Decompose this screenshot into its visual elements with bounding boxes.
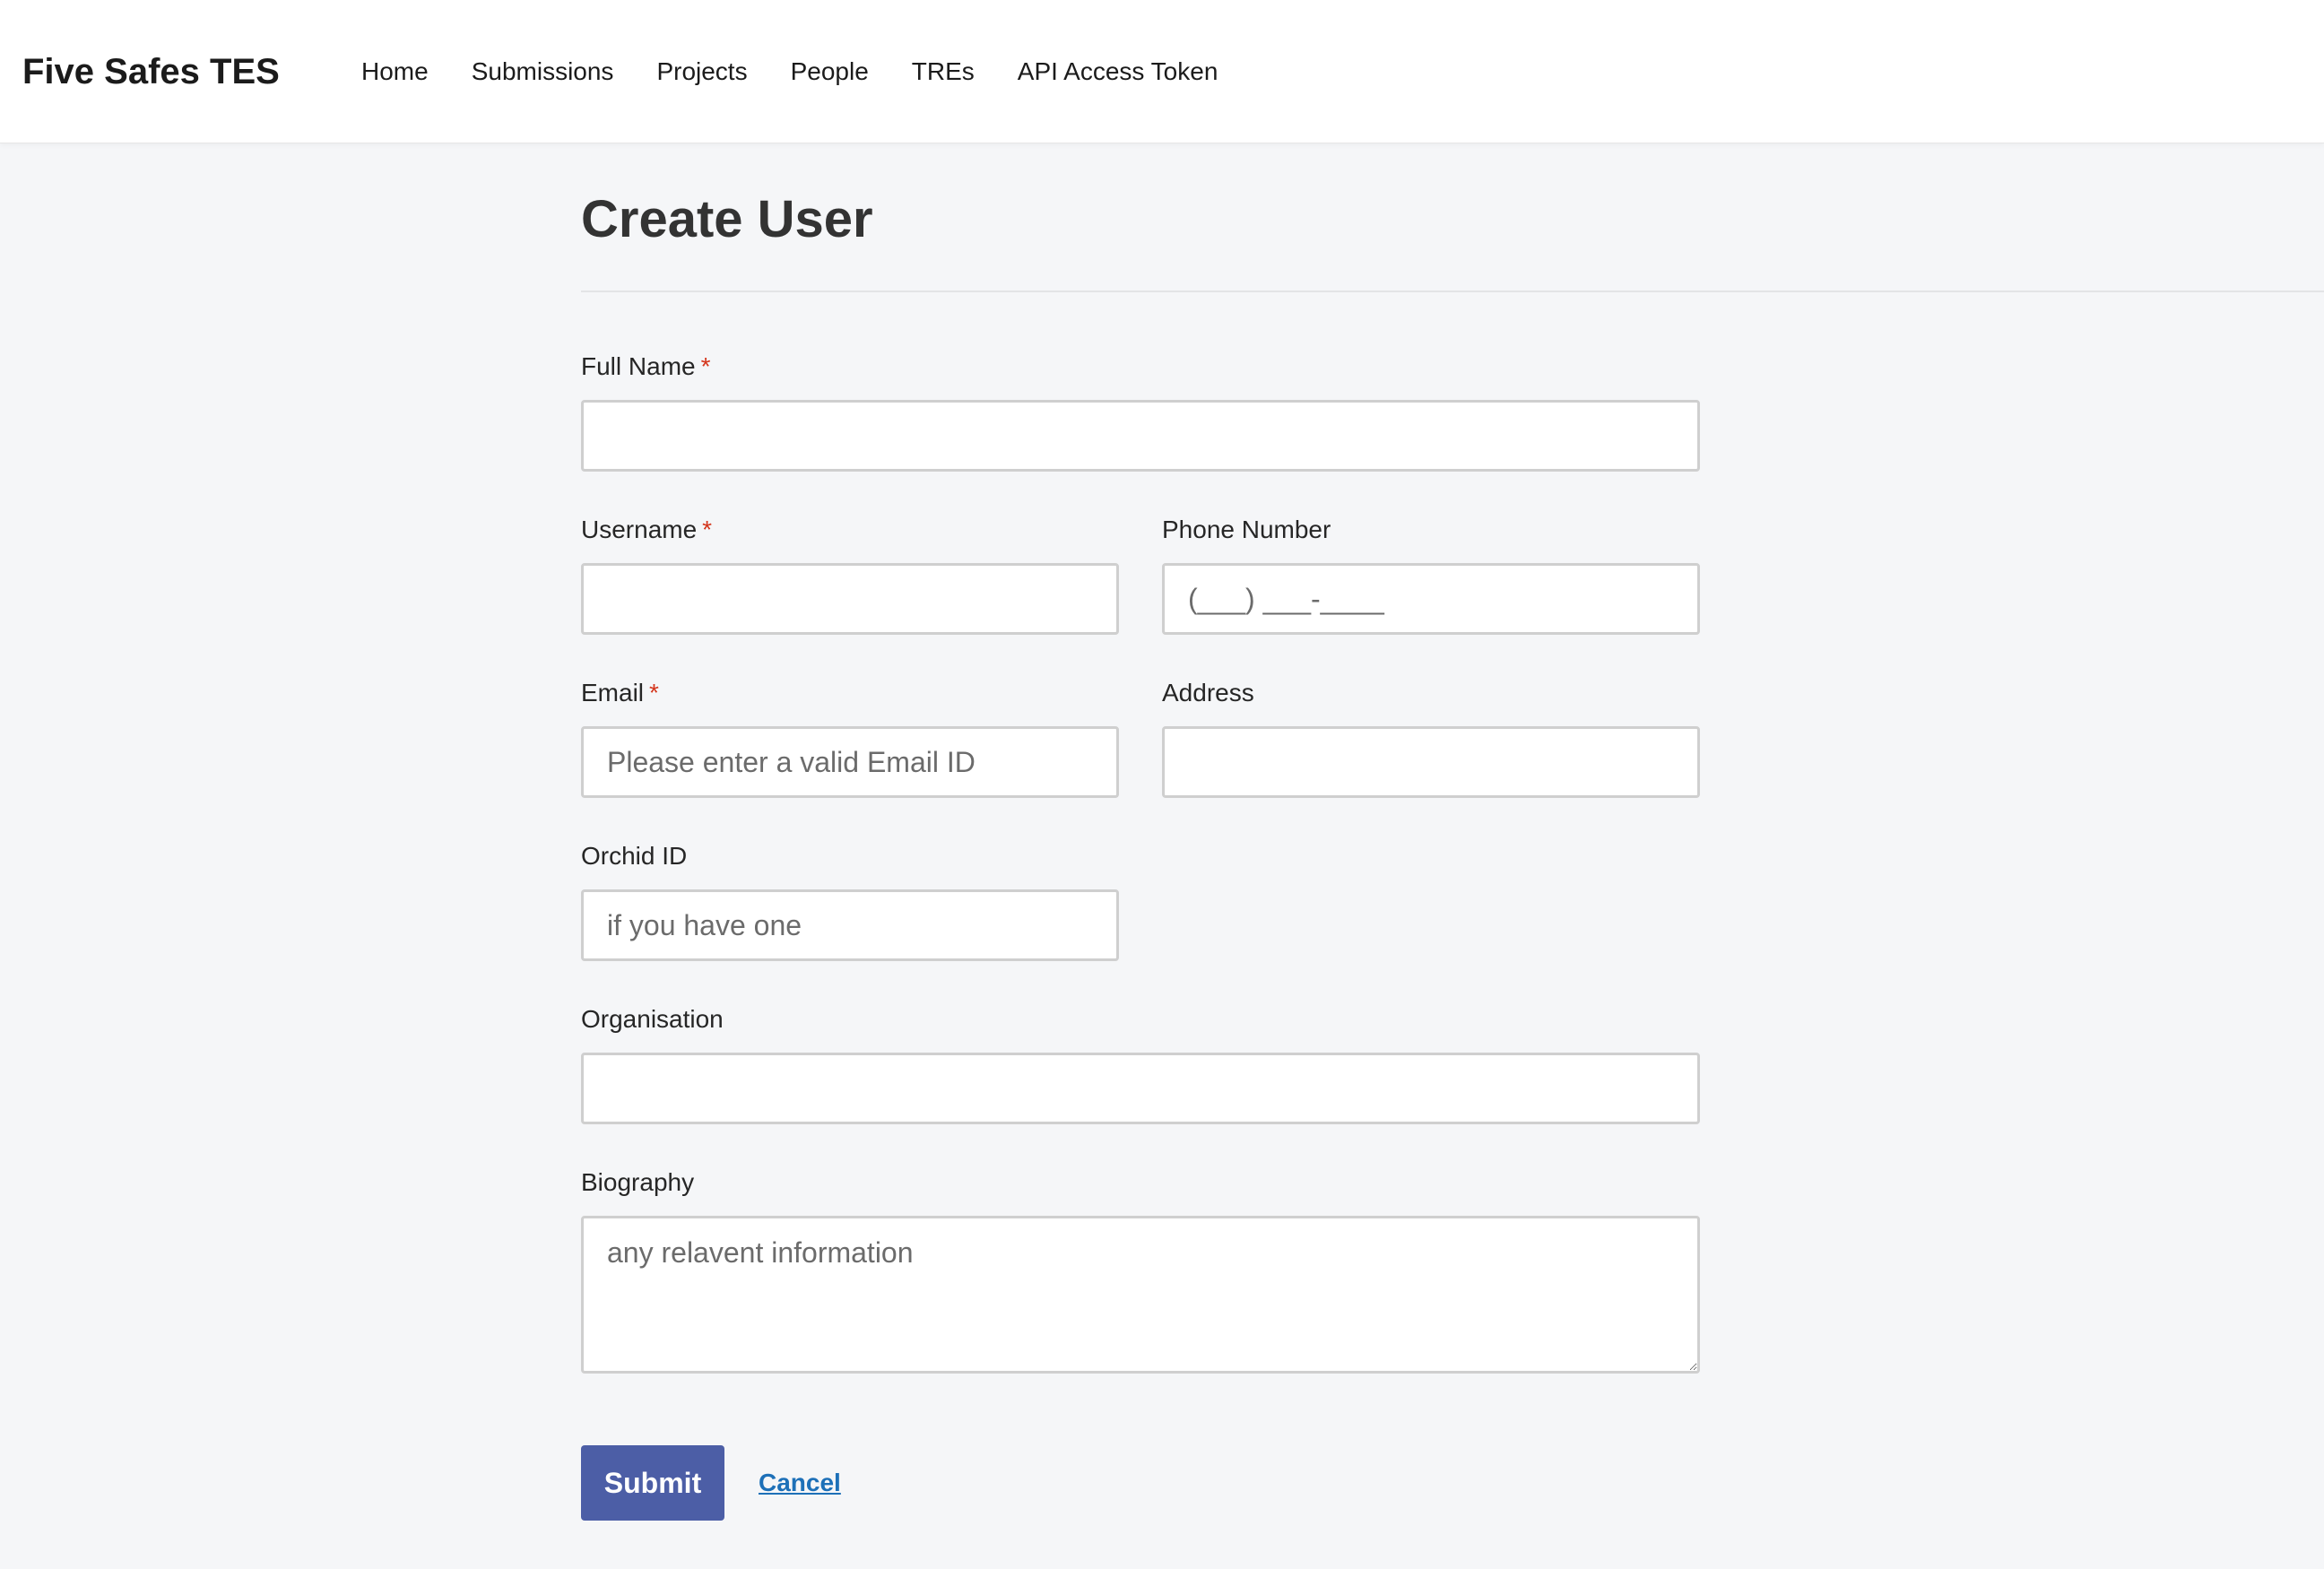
phone-number-label: Phone Number (1162, 515, 1331, 545)
required-marker: * (649, 679, 659, 706)
orchid-id-label: Orchid ID (581, 841, 687, 871)
main-nav: Home Submissions Projects People TREs AP… (361, 54, 1261, 90)
address-label-text: Address (1162, 679, 1254, 706)
username-label: Username * (581, 515, 712, 545)
nav-api-access-token[interactable]: API Access Token (1018, 54, 1218, 90)
nav-people[interactable]: People (791, 54, 869, 90)
email-label-text: Email (581, 679, 645, 706)
nav-submissions[interactable]: Submissions (472, 54, 614, 90)
username-input[interactable] (581, 563, 1119, 635)
full-name-label-text: Full Name (581, 352, 696, 380)
top-navbar: Five Safes TES Home Submissions Projects… (0, 0, 2324, 143)
username-label-text: Username (581, 516, 698, 543)
address-label: Address (1162, 678, 1254, 708)
title-divider (581, 290, 2324, 292)
email-label: Email * (581, 678, 659, 708)
biography-label-text: Biography (581, 1168, 695, 1196)
biography-label: Biography (581, 1167, 694, 1198)
nav-projects[interactable]: Projects (656, 54, 747, 90)
phone-number-label-text: Phone Number (1162, 516, 1331, 543)
nav-tres[interactable]: TREs (912, 54, 975, 90)
organisation-label-text: Organisation (581, 1005, 724, 1033)
cancel-link[interactable]: Cancel (759, 1467, 841, 1499)
nav-home[interactable]: Home (361, 54, 429, 90)
full-name-input[interactable] (581, 400, 1700, 472)
biography-textarea[interactable] (581, 1216, 1700, 1374)
phone-number-input[interactable] (1162, 563, 1700, 635)
required-marker: * (702, 516, 713, 543)
organisation-input[interactable] (581, 1053, 1700, 1124)
address-input[interactable] (1162, 726, 1700, 798)
orchid-id-input[interactable] (581, 889, 1119, 961)
submit-button[interactable]: Submit (581, 1445, 724, 1521)
organisation-label: Organisation (581, 1004, 724, 1035)
required-marker: * (700, 352, 711, 380)
page-title: Create User (581, 190, 873, 248)
brand-logo-link[interactable]: Five Safes TES (22, 50, 280, 93)
email-input[interactable] (581, 726, 1119, 798)
orchid-id-label-text: Orchid ID (581, 842, 688, 870)
full-name-label: Full Name * (581, 351, 711, 382)
